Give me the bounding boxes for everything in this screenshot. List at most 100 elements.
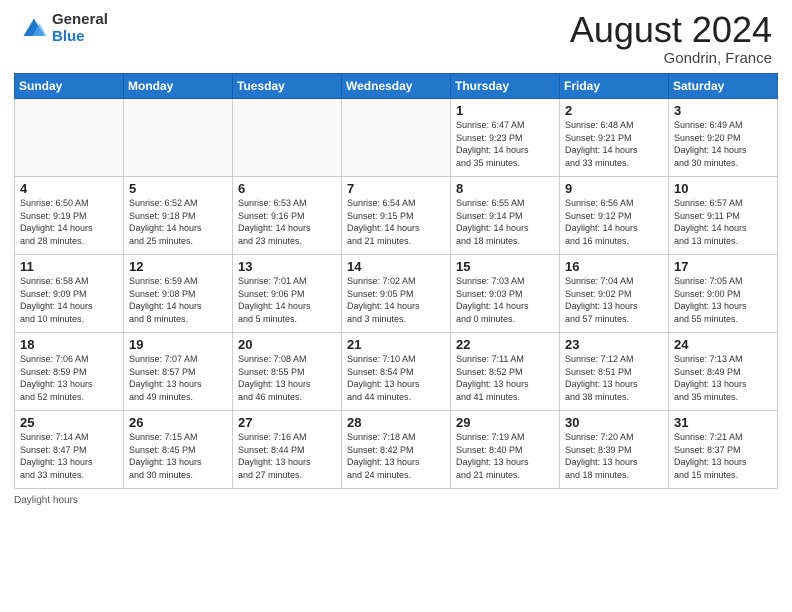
calendar-week-row: 4Sunrise: 6:50 AM Sunset: 9:19 PM Daylig…	[15, 177, 778, 255]
day-number: 20	[238, 337, 336, 352]
day-info: Sunrise: 7:03 AM Sunset: 9:03 PM Dayligh…	[456, 275, 554, 325]
day-info: Sunrise: 6:59 AM Sunset: 9:08 PM Dayligh…	[129, 275, 227, 325]
calendar-day-cell: 9Sunrise: 6:56 AM Sunset: 9:12 PM Daylig…	[560, 177, 669, 255]
calendar-day-cell	[233, 99, 342, 177]
calendar-day-cell: 19Sunrise: 7:07 AM Sunset: 8:57 PM Dayli…	[124, 333, 233, 411]
day-number: 30	[565, 415, 663, 430]
calendar-header-row: SundayMondayTuesdayWednesdayThursdayFrid…	[15, 74, 778, 99]
calendar-day-cell: 16Sunrise: 7:04 AM Sunset: 9:02 PM Dayli…	[560, 255, 669, 333]
calendar-day-header: Wednesday	[342, 74, 451, 99]
logo-icon	[20, 15, 48, 43]
calendar-day-cell: 31Sunrise: 7:21 AM Sunset: 8:37 PM Dayli…	[669, 411, 778, 489]
day-number: 16	[565, 259, 663, 274]
calendar-day-cell: 20Sunrise: 7:08 AM Sunset: 8:55 PM Dayli…	[233, 333, 342, 411]
day-info: Sunrise: 6:56 AM Sunset: 9:12 PM Dayligh…	[565, 197, 663, 247]
calendar-day-cell: 12Sunrise: 6:59 AM Sunset: 9:08 PM Dayli…	[124, 255, 233, 333]
calendar-day-cell: 10Sunrise: 6:57 AM Sunset: 9:11 PM Dayli…	[669, 177, 778, 255]
day-number: 7	[347, 181, 445, 196]
calendar-day-cell: 29Sunrise: 7:19 AM Sunset: 8:40 PM Dayli…	[451, 411, 560, 489]
day-number: 21	[347, 337, 445, 352]
day-number: 29	[456, 415, 554, 430]
calendar-day-cell: 5Sunrise: 6:52 AM Sunset: 9:18 PM Daylig…	[124, 177, 233, 255]
day-info: Sunrise: 6:55 AM Sunset: 9:14 PM Dayligh…	[456, 197, 554, 247]
day-info: Sunrise: 7:13 AM Sunset: 8:49 PM Dayligh…	[674, 353, 772, 403]
day-info: Sunrise: 7:16 AM Sunset: 8:44 PM Dayligh…	[238, 431, 336, 481]
title-section: August 2024 Gondrin, France	[570, 12, 772, 67]
calendar-day-cell: 30Sunrise: 7:20 AM Sunset: 8:39 PM Dayli…	[560, 411, 669, 489]
day-info: Sunrise: 7:11 AM Sunset: 8:52 PM Dayligh…	[456, 353, 554, 403]
calendar-day-cell: 15Sunrise: 7:03 AM Sunset: 9:03 PM Dayli…	[451, 255, 560, 333]
calendar-day-header: Friday	[560, 74, 669, 99]
calendar-day-cell: 4Sunrise: 6:50 AM Sunset: 9:19 PM Daylig…	[15, 177, 124, 255]
calendar-day-cell: 13Sunrise: 7:01 AM Sunset: 9:06 PM Dayli…	[233, 255, 342, 333]
calendar-day-cell: 21Sunrise: 7:10 AM Sunset: 8:54 PM Dayli…	[342, 333, 451, 411]
day-number: 18	[20, 337, 118, 352]
day-number: 24	[674, 337, 772, 352]
calendar-day-cell	[124, 99, 233, 177]
day-number: 4	[20, 181, 118, 196]
calendar-day-cell: 11Sunrise: 6:58 AM Sunset: 9:09 PM Dayli…	[15, 255, 124, 333]
day-info: Sunrise: 7:20 AM Sunset: 8:39 PM Dayligh…	[565, 431, 663, 481]
location: Gondrin, France	[570, 50, 772, 67]
calendar-day-cell	[342, 99, 451, 177]
calendar-day-cell	[15, 99, 124, 177]
calendar-day-cell: 7Sunrise: 6:54 AM Sunset: 9:15 PM Daylig…	[342, 177, 451, 255]
day-info: Sunrise: 7:06 AM Sunset: 8:59 PM Dayligh…	[20, 353, 118, 403]
calendar-day-cell: 26Sunrise: 7:15 AM Sunset: 8:45 PM Dayli…	[124, 411, 233, 489]
calendar-day-cell: 23Sunrise: 7:12 AM Sunset: 8:51 PM Dayli…	[560, 333, 669, 411]
calendar-week-row: 18Sunrise: 7:06 AM Sunset: 8:59 PM Dayli…	[15, 333, 778, 411]
day-number: 6	[238, 181, 336, 196]
day-number: 3	[674, 103, 772, 118]
day-number: 27	[238, 415, 336, 430]
day-info: Sunrise: 7:10 AM Sunset: 8:54 PM Dayligh…	[347, 353, 445, 403]
day-info: Sunrise: 7:02 AM Sunset: 9:05 PM Dayligh…	[347, 275, 445, 325]
calendar-day-cell: 22Sunrise: 7:11 AM Sunset: 8:52 PM Dayli…	[451, 333, 560, 411]
calendar-day-cell: 8Sunrise: 6:55 AM Sunset: 9:14 PM Daylig…	[451, 177, 560, 255]
day-number: 22	[456, 337, 554, 352]
day-number: 12	[129, 259, 227, 274]
day-info: Sunrise: 6:57 AM Sunset: 9:11 PM Dayligh…	[674, 197, 772, 247]
day-info: Sunrise: 6:53 AM Sunset: 9:16 PM Dayligh…	[238, 197, 336, 247]
day-number: 14	[347, 259, 445, 274]
day-info: Sunrise: 7:01 AM Sunset: 9:06 PM Dayligh…	[238, 275, 336, 325]
day-number: 28	[347, 415, 445, 430]
calendar-day-cell: 2Sunrise: 6:48 AM Sunset: 9:21 PM Daylig…	[560, 99, 669, 177]
day-number: 9	[565, 181, 663, 196]
calendar-day-cell: 6Sunrise: 6:53 AM Sunset: 9:16 PM Daylig…	[233, 177, 342, 255]
calendar-week-row: 1Sunrise: 6:47 AM Sunset: 9:23 PM Daylig…	[15, 99, 778, 177]
day-info: Sunrise: 7:05 AM Sunset: 9:00 PM Dayligh…	[674, 275, 772, 325]
day-number: 11	[20, 259, 118, 274]
calendar-day-cell: 14Sunrise: 7:02 AM Sunset: 9:05 PM Dayli…	[342, 255, 451, 333]
day-number: 1	[456, 103, 554, 118]
calendar-day-header: Tuesday	[233, 74, 342, 99]
day-info: Sunrise: 7:18 AM Sunset: 8:42 PM Dayligh…	[347, 431, 445, 481]
day-info: Sunrise: 7:08 AM Sunset: 8:55 PM Dayligh…	[238, 353, 336, 403]
day-info: Sunrise: 6:52 AM Sunset: 9:18 PM Dayligh…	[129, 197, 227, 247]
calendar-day-cell: 17Sunrise: 7:05 AM Sunset: 9:00 PM Dayli…	[669, 255, 778, 333]
logo-general: General	[52, 12, 108, 29]
day-number: 23	[565, 337, 663, 352]
day-number: 5	[129, 181, 227, 196]
calendar-week-row: 11Sunrise: 6:58 AM Sunset: 9:09 PM Dayli…	[15, 255, 778, 333]
calendar-table: SundayMondayTuesdayWednesdayThursdayFrid…	[14, 73, 778, 489]
day-number: 25	[20, 415, 118, 430]
day-info: Sunrise: 7:14 AM Sunset: 8:47 PM Dayligh…	[20, 431, 118, 481]
footer: Daylight hours	[14, 495, 778, 506]
day-number: 15	[456, 259, 554, 274]
calendar-day-cell: 24Sunrise: 7:13 AM Sunset: 8:49 PM Dayli…	[669, 333, 778, 411]
day-info: Sunrise: 6:50 AM Sunset: 9:19 PM Dayligh…	[20, 197, 118, 247]
calendar-day-cell: 25Sunrise: 7:14 AM Sunset: 8:47 PM Dayli…	[15, 411, 124, 489]
calendar-week-row: 25Sunrise: 7:14 AM Sunset: 8:47 PM Dayli…	[15, 411, 778, 489]
day-info: Sunrise: 6:48 AM Sunset: 9:21 PM Dayligh…	[565, 119, 663, 169]
day-info: Sunrise: 7:19 AM Sunset: 8:40 PM Dayligh…	[456, 431, 554, 481]
logo-text: General Blue	[52, 12, 108, 45]
day-info: Sunrise: 6:54 AM Sunset: 9:15 PM Dayligh…	[347, 197, 445, 247]
calendar-day-cell: 1Sunrise: 6:47 AM Sunset: 9:23 PM Daylig…	[451, 99, 560, 177]
day-number: 8	[456, 181, 554, 196]
day-number: 31	[674, 415, 772, 430]
logo: General Blue	[20, 12, 108, 45]
calendar-day-header: Saturday	[669, 74, 778, 99]
day-info: Sunrise: 7:07 AM Sunset: 8:57 PM Dayligh…	[129, 353, 227, 403]
calendar-day-cell: 18Sunrise: 7:06 AM Sunset: 8:59 PM Dayli…	[15, 333, 124, 411]
day-number: 2	[565, 103, 663, 118]
